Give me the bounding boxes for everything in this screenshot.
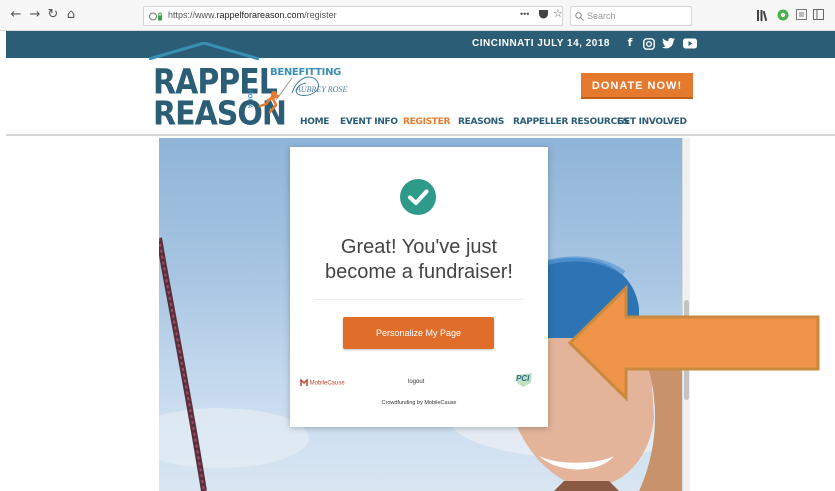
- success-heading: Great! You've just become a fundraiser!: [290, 235, 548, 285]
- forward-icon[interactable]: →: [27, 7, 43, 23]
- donate-now-button[interactable]: DONATE NOW!: [581, 73, 693, 99]
- search-input[interactable]: Search: [570, 6, 692, 26]
- nav-register[interactable]: REGISTER: [403, 117, 450, 127]
- success-heading-line1: Great! You've just: [340, 236, 498, 258]
- beneficiary-name: AUBREY ROSE: [296, 85, 348, 94]
- instagram-icon[interactable]: [643, 38, 655, 50]
- bookmark-star-icon[interactable]: ☆: [553, 7, 563, 20]
- browser-toolbar: ← → ↻ ⌂ https://www.rappelforareason.com…: [0, 0, 835, 31]
- url-text: https://www.rappelforareason.com/registe…: [168, 10, 337, 20]
- event-date-text: CINCINNATI JULY 14, 2018: [472, 38, 610, 49]
- library-icon[interactable]: [757, 10, 769, 21]
- search-placeholder: Search: [587, 11, 616, 21]
- extension-icon[interactable]: [777, 9, 789, 21]
- pocket-icon[interactable]: [538, 9, 549, 20]
- card-divider: [314, 299, 524, 300]
- search-icon: [575, 12, 584, 21]
- reload-icon[interactable]: ↻: [45, 7, 61, 23]
- logout-link[interactable]: logout: [408, 379, 424, 385]
- nav-get-involved[interactable]: GET INVOLVED: [617, 117, 687, 127]
- roof-logo-icon: [148, 42, 260, 60]
- fundraiser-success-card: Great! You've just become a fundraiser! …: [290, 147, 548, 427]
- nav-home[interactable]: HOME: [300, 117, 329, 127]
- facebook-icon[interactable]: f: [623, 36, 637, 50]
- nav-rappeller-resources[interactable]: RAPPELLER RESOURCES: [513, 117, 629, 127]
- nav-event-info[interactable]: EVENT INFO: [340, 117, 398, 127]
- checkmark-icon: [400, 179, 436, 215]
- powered-by-text: Crowdfunding by MobileCause: [381, 400, 457, 406]
- address-bar[interactable]: https://www.rappelforareason.com/registe…: [143, 6, 563, 26]
- mobilecause-icon: [300, 378, 308, 386]
- mobilecause-logo[interactable]: MobileCause: [300, 378, 345, 387]
- pci-badge-text: PCI: [516, 374, 530, 383]
- pci-badge: PCI: [516, 373, 532, 387]
- site-header: RAPPEL FOR A REASON BENEFITTING AUBREY R…: [6, 42, 835, 136]
- personalize-my-page-button[interactable]: Personalize My Page: [343, 317, 494, 349]
- nav-reasons[interactable]: REASONS: [458, 117, 504, 127]
- lock-icon: [149, 12, 162, 21]
- youtube-icon[interactable]: [683, 38, 697, 49]
- home-icon[interactable]: ⌂: [63, 7, 79, 23]
- reader-icon[interactable]: [796, 9, 807, 20]
- orange-arrow-icon: [567, 284, 820, 402]
- page-actions-icon[interactable]: •••: [520, 9, 529, 19]
- back-icon[interactable]: ←: [8, 7, 24, 23]
- mobilecause-logo-text: MobileCause: [309, 380, 345, 387]
- sidebar-icon[interactable]: [813, 9, 824, 20]
- twitter-icon[interactable]: [662, 38, 675, 49]
- success-heading-line2: become a fundraiser!: [325, 261, 513, 283]
- event-banner-bar: CINCINNATI JULY 14, 2018 f: [6, 31, 835, 58]
